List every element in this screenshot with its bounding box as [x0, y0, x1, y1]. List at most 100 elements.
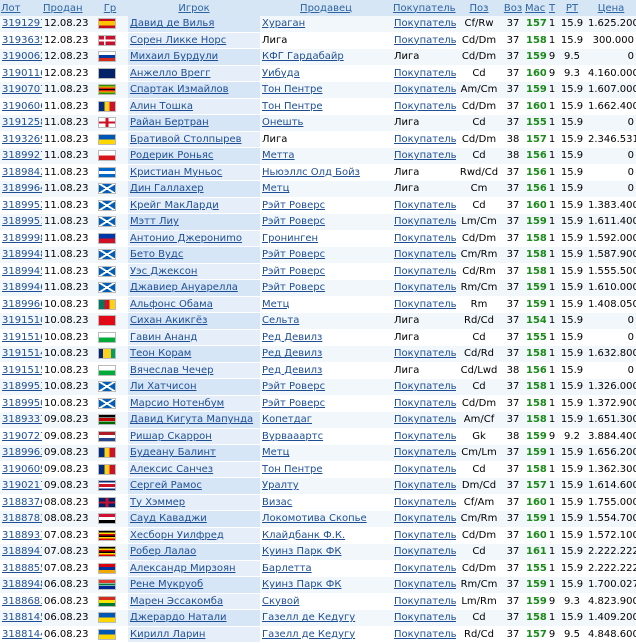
- col-seller[interactable]: Продавец: [260, 0, 392, 16]
- seller-link[interactable]: Уибуда: [260, 65, 392, 82]
- buyer-link[interactable]: Покупатель: [392, 131, 456, 148]
- player-link[interactable]: Кирилл Ларин: [128, 626, 260, 643]
- buyer-link[interactable]: Покупатель: [392, 593, 456, 610]
- lot-link[interactable]: 3190606: [0, 98, 42, 115]
- lot-link[interactable]: 3189927: [0, 147, 42, 165]
- player-link[interactable]: Антонио Джерониmo: [128, 230, 260, 247]
- player-link[interactable]: Кристиан Муньос: [128, 164, 260, 181]
- buyer-link[interactable]: Покупатель: [392, 395, 456, 412]
- lot-link[interactable]: 3191510: [0, 312, 42, 330]
- buyer-link[interactable]: Покупатель: [392, 16, 456, 33]
- seller-link[interactable]: Хураган: [260, 16, 392, 33]
- lot-link[interactable]: 3188947: [0, 543, 42, 561]
- col-mas[interactable]: Мас: [524, 0, 546, 16]
- buyer-link[interactable]: Покупатель: [392, 494, 456, 511]
- lot-link[interactable]: 3191516: [0, 329, 42, 346]
- col-country[interactable]: Гр: [92, 0, 128, 16]
- player-link[interactable]: Гавин Ананд: [128, 329, 260, 346]
- lot-link[interactable]: 3188144: [0, 626, 42, 643]
- buyer-link[interactable]: Покупатель: [392, 626, 456, 643]
- buyer-link[interactable]: Покупатель: [392, 477, 456, 495]
- player-link[interactable]: Робер Лалао: [128, 543, 260, 561]
- seller-link[interactable]: Визас: [260, 494, 392, 511]
- seller-link[interactable]: Тон Пентре: [260, 461, 392, 478]
- lot-link[interactable]: 3188855: [0, 560, 42, 577]
- player-link[interactable]: Родерик Роньяс: [128, 147, 260, 165]
- buyer-link[interactable]: Покупатель: [392, 147, 456, 165]
- seller-link[interactable]: Онешть: [260, 114, 392, 132]
- lot-link[interactable]: 3189842: [0, 164, 42, 181]
- player-link[interactable]: Ту Хэммер: [128, 494, 260, 511]
- player-link[interactable]: Марсио Нотенбум: [128, 395, 260, 412]
- seller-link[interactable]: Копетдаг: [260, 411, 392, 429]
- seller-link[interactable]: Метц: [260, 444, 392, 462]
- seller-link[interactable]: Рэйт Роверс: [260, 263, 392, 280]
- player-link[interactable]: Алин Тошка: [128, 98, 260, 115]
- buyer-link[interactable]: Покупатель: [392, 576, 456, 594]
- lot-link[interactable]: 3191514: [0, 345, 42, 363]
- seller-link[interactable]: Уралту: [260, 477, 392, 495]
- seller-link[interactable]: Метц: [260, 296, 392, 313]
- seller-link[interactable]: Рэйт Роверс: [260, 246, 392, 264]
- player-link[interactable]: Вячеслав Чечер: [128, 362, 260, 379]
- seller-link[interactable]: Сельта: [260, 312, 392, 330]
- player-link[interactable]: Давид Кигута Мапунда: [128, 411, 260, 429]
- col-t[interactable]: Т: [546, 0, 558, 16]
- lot-link[interactable]: 3189950: [0, 395, 42, 412]
- seller-link[interactable]: Тон Пентре: [260, 98, 392, 115]
- player-link[interactable]: Марен Эссакомба: [128, 593, 260, 610]
- lot-link[interactable]: 3189964: [0, 180, 42, 198]
- seller-link[interactable]: Рэйт Роверс: [260, 197, 392, 214]
- player-link[interactable]: Альфонс Обама: [128, 296, 260, 313]
- lot-link[interactable]: 3190116: [0, 65, 42, 82]
- seller-link[interactable]: Ред Девилз: [260, 362, 392, 379]
- seller-link[interactable]: Ред Девилз: [260, 329, 392, 346]
- seller-link[interactable]: Ред Девилз: [260, 345, 392, 363]
- buyer-link[interactable]: Покупатель: [392, 560, 456, 577]
- player-link[interactable]: Бративой Столпырев: [128, 131, 260, 148]
- player-link[interactable]: Уэс Джексон: [128, 263, 260, 280]
- buyer-link[interactable]: Покупатель: [392, 98, 456, 115]
- player-link[interactable]: Крейг МакЛарди: [128, 197, 260, 214]
- player-link[interactable]: Ришар Скаррон: [128, 428, 260, 445]
- player-link[interactable]: Сергей Рамос: [128, 477, 260, 495]
- player-link[interactable]: Давид де Вилья: [128, 16, 260, 33]
- lot-link[interactable]: 3191258: [0, 114, 42, 132]
- buyer-link[interactable]: Покупатель: [392, 428, 456, 445]
- seller-link[interactable]: Клайдбанк Ф.К.: [260, 527, 392, 544]
- buyer-link[interactable]: Покупатель: [392, 263, 456, 280]
- lot-link[interactable]: 3189952: [0, 197, 42, 214]
- player-link[interactable]: Райан Бертран: [128, 114, 260, 132]
- buyer-link[interactable]: Покупатель: [392, 378, 456, 396]
- buyer-link[interactable]: Покупатель: [392, 81, 456, 99]
- seller-link[interactable]: КФГ Гардабайр: [260, 48, 392, 66]
- lot-link[interactable]: 3190727: [0, 428, 42, 445]
- buyer-link[interactable]: Покупатель: [392, 444, 456, 462]
- lot-link[interactable]: 3188376: [0, 494, 42, 511]
- col-sold[interactable]: Продан: [42, 0, 92, 16]
- player-link[interactable]: Теон Корам: [128, 345, 260, 363]
- seller-link[interactable]: Рэйт Роверс: [260, 279, 392, 297]
- col-player[interactable]: Игрок: [128, 0, 260, 16]
- buyer-link[interactable]: Покупатель: [392, 345, 456, 363]
- col-rt[interactable]: РТ: [558, 0, 586, 16]
- buyer-link[interactable]: Покупатель: [392, 527, 456, 544]
- seller-link[interactable]: Метта: [260, 147, 392, 165]
- lot-link[interactable]: 3189946: [0, 279, 42, 297]
- buyer-link[interactable]: Покупатель: [392, 230, 456, 247]
- col-price[interactable]: Цена: [586, 0, 636, 16]
- buyer-link[interactable]: Покупатель: [392, 461, 456, 478]
- lot-link[interactable]: 3188145: [0, 609, 42, 627]
- player-link[interactable]: Будеану Балинт: [128, 444, 260, 462]
- player-link[interactable]: Алексис Санчез: [128, 461, 260, 478]
- seller-link[interactable]: Локомотива Скопье: [260, 510, 392, 528]
- player-link[interactable]: Александр Мирзоян: [128, 560, 260, 577]
- col-buyer[interactable]: Покупатель: [392, 0, 456, 16]
- player-link[interactable]: Ли Хатчисон: [128, 378, 260, 396]
- lot-link[interactable]: 3190217: [0, 477, 42, 495]
- lot-link[interactable]: 3189948: [0, 246, 42, 264]
- buyer-link[interactable]: Покупатель: [392, 32, 456, 49]
- col-age[interactable]: Воз: [502, 0, 524, 16]
- seller-link[interactable]: Рэйт Роверс: [260, 213, 392, 231]
- seller-link[interactable]: Метц: [260, 180, 392, 198]
